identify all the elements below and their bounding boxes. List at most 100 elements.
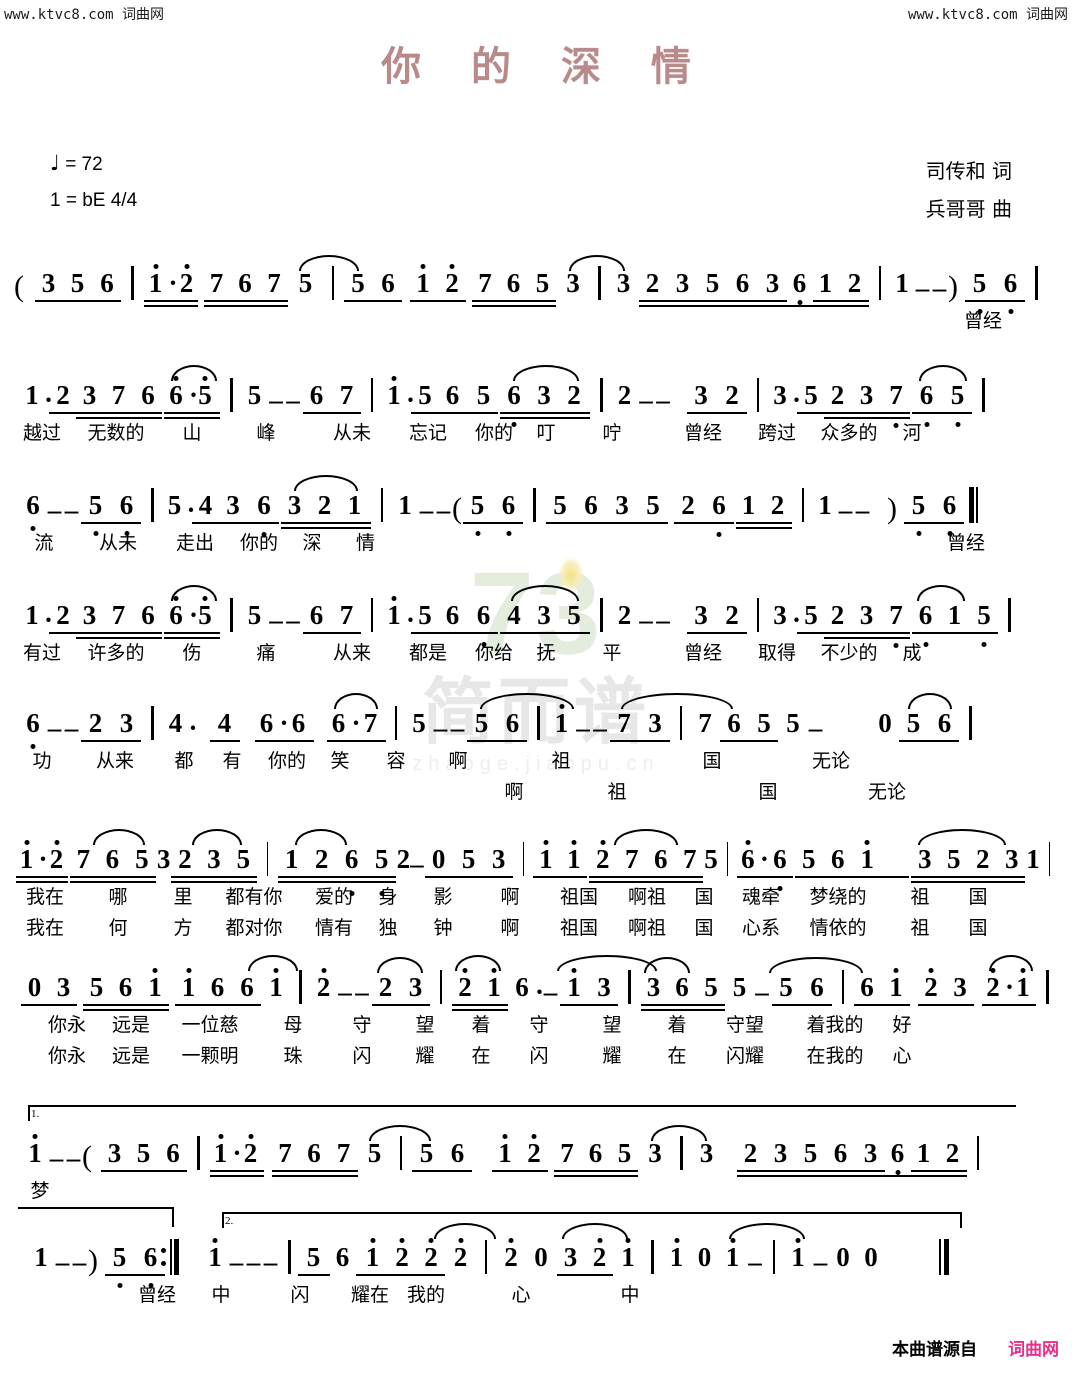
- note: 6: [468, 594, 499, 647]
- note: 5: [89, 972, 104, 1002]
- note: 7: [881, 374, 911, 428]
- beam-group: 32: [556, 1223, 628, 1278]
- note: 5: [797, 594, 825, 636]
- lyric-syllable: 山: [182, 423, 202, 444]
- duration-dash: –: [263, 1247, 278, 1277]
- lyric-syllable: 都: [174, 751, 194, 772]
- lyric-syllable: 有: [222, 751, 242, 772]
- note: 7: [267, 268, 281, 298]
- note: 7: [111, 600, 126, 630]
- note: 3: [859, 600, 874, 630]
- beam-group: 12: [409, 262, 467, 304]
- note: 2: [388, 1236, 417, 1278]
- lyric-syllable: 影: [433, 887, 453, 908]
- lyric-syllable: 国: [702, 751, 722, 772]
- lyric-syllable: 啊: [448, 751, 468, 772]
- note: 2: [585, 1236, 614, 1278]
- lyric-syllable: 啊: [500, 887, 520, 908]
- barline: [841, 970, 844, 1004]
- lyric-syllable: 望: [602, 1015, 622, 1036]
- credits-block: 司传和 词 兵哥哥 曲: [926, 152, 1012, 228]
- note: 2: [437, 262, 467, 304]
- note: 6: [100, 268, 114, 298]
- note: 2: [645, 268, 660, 298]
- duration-dash: –: [639, 605, 653, 635]
- note: 3: [859, 380, 874, 410]
- note: 1: [140, 966, 170, 1008]
- beam-group: 561: [794, 838, 910, 880]
- note: 5: [247, 600, 262, 630]
- note: 3: [82, 600, 97, 630]
- lyric-syllable: 远是: [111, 1015, 150, 1036]
- note: 2: [743, 1138, 758, 1168]
- lyric-syllable: 国: [968, 918, 988, 939]
- barline: [680, 1136, 683, 1170]
- note: 1: [1026, 844, 1040, 874]
- note: 6: [515, 972, 529, 1002]
- note: 5: [297, 1236, 330, 1278]
- duration-dash: –: [543, 977, 558, 1007]
- lyric-syllable: 曾经: [137, 1285, 176, 1306]
- lyric-syllable: 你的: [239, 533, 278, 554]
- beam-group: 67: [302, 594, 362, 636]
- lyric-syllable: 你的: [267, 751, 306, 772]
- beam-group: 5635: [545, 484, 669, 526]
- note: 6: [736, 838, 760, 880]
- beam-group: 56: [903, 484, 965, 536]
- note: 1: [852, 838, 882, 880]
- note: 6: [766, 838, 794, 891]
- lyric-syllable: 峰: [256, 423, 276, 444]
- note: 6: [445, 600, 460, 630]
- lyric-syllable: 闪: [290, 1285, 310, 1306]
- duration-dash: –: [808, 713, 823, 743]
- lyric-syllable: 走出: [175, 533, 214, 554]
- music-system-8: 1 – – ( 356 1·2 767 5 56 1 2 7 6 5 3 3 2…: [14, 1125, 1058, 1206]
- note: 2: [496, 1236, 526, 1278]
- lyric-syllable: 闪耀: [725, 1046, 764, 1067]
- barline: [380, 488, 383, 522]
- note: 6: [831, 844, 845, 874]
- beam-group: 03: [20, 966, 78, 1008]
- volta-label: 1.: [31, 1108, 40, 1120]
- music-system-3: 6 – – 56 5 · 4 36 321 1 – – ( 56 5 6 3 5…: [14, 475, 1058, 558]
- barline: [1008, 598, 1011, 632]
- lyric-syllable: 魂牵: [741, 887, 780, 908]
- note: 5: [367, 838, 397, 896]
- note: 6: [785, 262, 814, 307]
- lyric-syllable: 在: [667, 1046, 687, 1067]
- note: 2: [588, 838, 617, 880]
- duration-dash: –: [338, 977, 352, 1007]
- lyrics-row-2: 你永 远是 一颗明 珠 闪 耀 在 闪 耀 在 闪耀 在我的 心: [14, 1041, 1058, 1071]
- footer-brand-logo[interactable]: 词曲网: [1005, 1334, 1062, 1361]
- rest: 0: [836, 1242, 850, 1272]
- note: 2: [770, 490, 785, 520]
- lyric-syllable: 国: [694, 918, 714, 939]
- watermark-top-left: www.ktvc8.com 词曲网: [4, 7, 165, 23]
- lyric-syllable: 我在: [25, 887, 64, 908]
- note: 6: [238, 268, 252, 298]
- lyric-syllable: 啊祖: [627, 887, 666, 908]
- note: 1: [741, 490, 756, 520]
- note: 5: [969, 594, 999, 647]
- lyric-syllable: 痛: [256, 643, 276, 664]
- note: 3: [615, 490, 629, 520]
- lyric-syllable: 都是: [408, 643, 447, 664]
- note: 6: [210, 972, 225, 1002]
- beam-group: 237: [823, 374, 911, 428]
- lyric-syllable: 啊: [500, 918, 520, 939]
- lyrics-row-2: 我在 何 方 都对你 情有 独 钟 啊 祖国 啊祖 国 心系 情依的 祖 国: [14, 913, 1058, 943]
- lyric-syllable: 流: [34, 533, 54, 554]
- lyric-syllable: 珠: [283, 1046, 303, 1067]
- note: 2: [433, 1223, 496, 1278]
- lyric-syllable: 都有你: [225, 887, 283, 908]
- music-system-5: 6 – – 23 4 · 4 6 · 6 6 · 7 5 – – 56 1 – …: [14, 693, 1058, 807]
- lyric-syllable: 我在: [25, 918, 64, 939]
- music-system-1: ( 356 1·2 767 5 56 12 7 6 5 3 3 2 3 5 6 …: [14, 255, 1058, 336]
- note: 1: [784, 1236, 812, 1278]
- note: 7: [336, 1138, 351, 1168]
- barline: [370, 598, 373, 632]
- beam-group: 365: [640, 957, 726, 1011]
- note: 2: [830, 600, 845, 630]
- barline: [878, 266, 881, 300]
- duration-dash: –: [436, 495, 451, 525]
